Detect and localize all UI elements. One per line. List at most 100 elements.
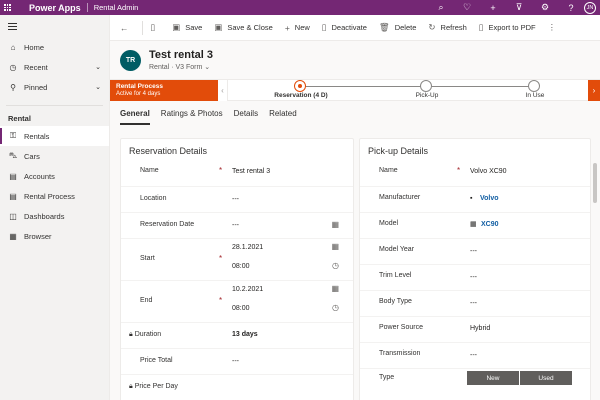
dashboard-icon: ◫ — [9, 211, 17, 221]
export-label: Export to PDF — [488, 23, 536, 32]
filter-icon[interactable]: ⊽ — [506, 0, 532, 15]
form-scrollbar[interactable] — [592, 151, 598, 400]
tab-related[interactable]: Related — [269, 105, 297, 127]
reservation-date-input[interactable]: --- — [232, 222, 239, 229]
bpf-prev-button[interactable]: ‹ — [218, 80, 228, 101]
add-icon: + — [284, 22, 290, 33]
stage-label: Pick-Up — [415, 92, 439, 99]
export-pdf-button[interactable]: ▯ Export to PDF — [473, 18, 542, 38]
end-date-input[interactable]: 10.2.2021 — [232, 286, 263, 293]
power-source-value[interactable]: Hybrid — [470, 325, 490, 332]
model-year-value[interactable]: --- — [470, 248, 477, 255]
form-view-button[interactable]: ▯ — [145, 18, 167, 38]
process-icon: ▤ — [9, 191, 17, 201]
chevron-down-icon[interactable]: ⌄ — [95, 63, 101, 71]
refresh-button[interactable]: ↻ Refresh — [422, 18, 472, 38]
calendar-icon[interactable]: ▦ — [331, 242, 339, 251]
delete-button[interactable]: 🗑 Delete — [373, 18, 422, 38]
document-icon: ▯ — [150, 22, 156, 32]
tab-ratings-photos[interactable]: Ratings & Photos — [161, 105, 223, 127]
sidebar-section-title: Rental — [8, 113, 31, 123]
field-model-year: Model Year --- — [360, 239, 590, 265]
sidebar-item-browser[interactable]: ▦ Browser — [0, 226, 109, 246]
field-label: Transmission — [379, 350, 421, 357]
end-time-input[interactable]: 08:00 — [232, 305, 250, 312]
save-label: Save — [185, 23, 203, 32]
record-avatar: TR — [120, 49, 141, 71]
field-label: Reservation Date — [140, 221, 195, 228]
stage-in-use[interactable]: In Use — [495, 80, 575, 101]
home-icon: ⌂ — [10, 42, 16, 52]
process-flag[interactable]: Rental Process Active for 4 days — [110, 80, 218, 101]
lock-icon: 🔒︎ — [129, 383, 133, 390]
manufacturer-link[interactable]: Volvo — [480, 195, 499, 202]
stage-reservation[interactable]: Reservation (4 D) — [261, 80, 341, 101]
stage-pick-up[interactable]: Pick-Up — [387, 80, 467, 101]
field-label: Location — [140, 195, 167, 202]
lightbulb-icon[interactable]: ♡ — [454, 0, 480, 15]
body-type-value[interactable]: --- — [470, 300, 477, 307]
app-title[interactable]: Power Apps — [29, 3, 81, 13]
sidebar-item-cars[interactable]: ⛍ Cars — [0, 146, 109, 166]
clock-icon[interactable]: ◷ — [332, 303, 339, 312]
more-commands-button[interactable]: ⋮ — [542, 18, 568, 38]
sidebar-item-rental-process[interactable]: ▤ Rental Process — [0, 186, 109, 206]
calendar-icon[interactable]: ▦ — [331, 220, 339, 229]
price-total-input[interactable]: --- — [232, 358, 239, 365]
required-icon: * — [219, 254, 223, 263]
app-name[interactable]: Rental Admin — [94, 3, 139, 12]
browser-icon: ▦ — [9, 231, 17, 241]
chevron-down-icon[interactable]: ⌄ — [95, 83, 101, 91]
field-manufacturer: Manufacturer ▪ Volvo — [360, 187, 590, 213]
sidebar-item-label: Recent — [24, 62, 48, 72]
sidebar-item-recent[interactable]: ◷ Recent ⌄ — [0, 57, 109, 77]
back-button[interactable]: ← — [114, 18, 140, 38]
type-toggle: New Used — [467, 371, 572, 385]
scrollbar-thumb[interactable] — [593, 163, 597, 203]
car-icon: ⛍ — [8, 151, 18, 160]
new-button[interactable]: + New — [279, 18, 316, 38]
sidebar-item-label: Accounts — [24, 171, 55, 181]
chevron-down-icon[interactable]: ⌄ — [204, 64, 210, 71]
car-name-input[interactable]: Volvo XC90 — [470, 168, 507, 175]
user-avatar[interactable]: JN — [584, 1, 596, 14]
clock-icon[interactable]: ◷ — [332, 261, 339, 270]
model-link[interactable]: XC90 — [481, 221, 499, 228]
sidebar-item-accounts[interactable]: ▤ Accounts — [0, 166, 109, 186]
transmission-value[interactable]: --- — [470, 352, 477, 359]
settings-icon[interactable]: ⚙ — [532, 0, 558, 15]
form-selector[interactable]: V3 Form — [175, 64, 202, 71]
sidebar-item-home[interactable]: ⌂ Home — [0, 37, 109, 57]
field-label: Start — [140, 255, 155, 262]
save-button[interactable]: ▣ Save — [166, 18, 208, 38]
sidebar-item-label: Rental Process — [24, 191, 75, 201]
bpf-next-button[interactable]: › — [588, 80, 600, 101]
waffle-icon[interactable] — [0, 0, 15, 15]
tab-details[interactable]: Details — [234, 105, 258, 127]
hamburger-menu-button[interactable] — [0, 15, 109, 37]
sidebar-item-dashboards[interactable]: ◫ Dashboards — [0, 206, 109, 226]
add-icon[interactable]: + — [480, 0, 506, 15]
type-option-used[interactable]: Used — [519, 371, 572, 385]
deactivate-icon: ▯ — [321, 22, 327, 32]
title-separator — [86, 3, 88, 12]
save-close-label: Save & Close — [227, 23, 273, 32]
field-label: Model — [379, 220, 399, 227]
search-icon[interactable]: ⌕ — [428, 0, 454, 15]
start-date-input[interactable]: 28.1.2021 — [232, 244, 263, 251]
start-time-input[interactable]: 08:00 — [232, 263, 250, 270]
help-icon[interactable]: ? — [558, 0, 584, 15]
deactivate-button[interactable]: ▯ Deactivate — [316, 18, 373, 38]
calendar-icon[interactable]: ▦ — [331, 284, 339, 293]
save-close-button[interactable]: ▣ Save & Close — [208, 18, 278, 38]
arrow-left-icon: ← — [120, 22, 129, 33]
name-input[interactable]: Test rental 3 — [232, 168, 270, 175]
type-option-new[interactable]: New — [467, 371, 519, 385]
location-input[interactable]: --- — [232, 196, 239, 203]
command-separator — [141, 20, 143, 35]
sidebar-item-pinned[interactable]: ⚲ Pinned ⌄ — [0, 77, 109, 97]
field-label: 🔒︎ Price Per Day — [129, 383, 178, 391]
tab-general[interactable]: General — [120, 105, 150, 127]
trim-level-value[interactable]: --- — [470, 274, 477, 281]
sidebar-item-rentals[interactable]: ⚿ Rentals — [0, 126, 109, 146]
